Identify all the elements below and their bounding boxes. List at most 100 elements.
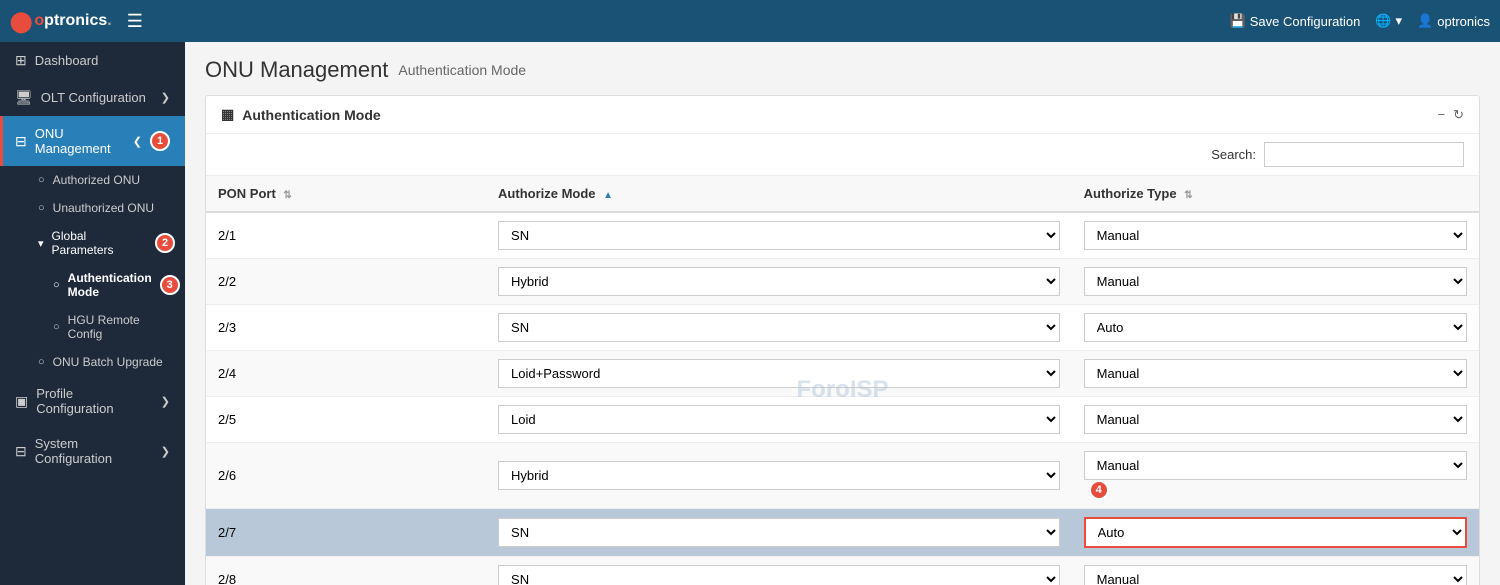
sidebar-item-onu-management[interactable]: ⊟ ONU Management ❮ 1: [0, 116, 185, 166]
save-icon: 💾: [1230, 13, 1246, 29]
authorize-type-select[interactable]: ManualAuto: [1084, 565, 1467, 585]
cell-authorize-mode: SNHybridLoid+PasswordLoid: [486, 397, 1072, 443]
auth-type-sort-icon: ⇅: [1184, 190, 1192, 201]
cell-authorize-mode: SNHybridLoid+PasswordLoid: [486, 557, 1072, 585]
authorize-type-select[interactable]: ManualAuto: [1084, 517, 1467, 548]
user-menu[interactable]: 👤 optronics: [1417, 13, 1490, 29]
sidebar-item-authorized-onu[interactable]: ○ Authorized ONU: [28, 166, 185, 194]
col-authorize-type[interactable]: Authorize Type ⇅: [1072, 176, 1479, 212]
table-row: 2/1 SNHybridLoid+PasswordLoid ManualAuto: [206, 212, 1479, 259]
table-header-row: PON Port ⇅ Authorize Mode ▲ Authorize Ty…: [206, 176, 1479, 212]
cell-authorize-mode: SNHybridLoid+PasswordLoid: [486, 259, 1072, 305]
batch-icon: ○: [38, 356, 45, 368]
chevron-down-icon: ▾: [38, 237, 44, 250]
badge-4: 4: [1089, 480, 1109, 500]
auth-mode-icon: ○: [53, 279, 60, 291]
authorize-mode-select[interactable]: SNHybridLoid+PasswordLoid: [498, 405, 1060, 434]
card-header: ▦ Authentication Mode − ↻: [206, 96, 1479, 134]
authorize-type-select[interactable]: ManualAuto: [1084, 267, 1467, 296]
authorize-mode-select[interactable]: SNHybridLoid+PasswordLoid: [498, 518, 1060, 547]
global-params-submenu: ○ Authentication Mode 3 ○ HGU Remote Con…: [28, 264, 185, 348]
table-row: 2/6SNHybridLoid+PasswordLoidManualAuto4: [206, 443, 1479, 509]
olt-icon: 🖥: [15, 89, 33, 106]
user-icon: 👤: [1417, 13, 1433, 29]
card-header-left: ▦ Authentication Mode: [221, 106, 381, 123]
cell-pon-port: 2/2: [206, 259, 486, 305]
cell-authorize-type: ManualAuto: [1072, 351, 1479, 397]
table-head: PON Port ⇅ Authorize Mode ▲ Authorize Ty…: [206, 176, 1479, 212]
table-icon: ▦: [221, 106, 234, 123]
authorize-type-select[interactable]: ManualAuto: [1084, 451, 1467, 480]
authorize-mode-select[interactable]: SNHybridLoid+PasswordLoid: [498, 221, 1060, 250]
table-row: 2/5 SNHybridLoid+PasswordLoid ManualAuto: [206, 397, 1479, 443]
sidebar-item-global-parameters[interactable]: ▾ Global Parameters 2: [28, 222, 185, 264]
cell-authorize-mode: SNHybridLoid+PasswordLoid: [486, 351, 1072, 397]
cell-authorize-type: ManualAuto: [1072, 259, 1479, 305]
refresh-icon[interactable]: ↻: [1453, 107, 1464, 123]
search-input[interactable]: [1264, 142, 1464, 167]
sidebar-item-unauthorized-onu[interactable]: ○ Unauthorized ONU: [28, 194, 185, 222]
page-header: ONU Management Authentication Mode: [205, 57, 1480, 83]
table-body: 2/1SNHybridLoid+PasswordLoidManualAuto2/…: [206, 212, 1479, 585]
sidebar: ⊞ Dashboard 🖥 OLT Configuration ❯ ⊟ ONU …: [0, 42, 185, 585]
hgu-icon: ○: [53, 321, 60, 333]
sidebar-item-dashboard[interactable]: ⊞ Dashboard: [0, 42, 185, 79]
cell-authorize-mode: SNHybridLoid+PasswordLoid: [486, 443, 1072, 509]
sidebar-item-olt-config[interactable]: 🖥 OLT Configuration ❯: [0, 79, 185, 116]
unauthorized-icon: ○: [38, 202, 45, 214]
system-icon: ⊟: [15, 443, 27, 460]
table-row: 2/8 SNHybridLoid+PasswordLoid ManualAuto: [206, 557, 1479, 585]
page-title: ONU Management: [205, 57, 388, 83]
sidebar-item-hgu-remote[interactable]: ○ HGU Remote Config: [43, 306, 185, 348]
authorized-icon: ○: [38, 174, 45, 186]
authorize-type-select[interactable]: ManualAuto: [1084, 221, 1467, 250]
logo: ⬤ optronics.: [10, 9, 112, 34]
sidebar-item-profile-config[interactable]: ▣ Profile Configuration ❯: [0, 376, 185, 426]
table-row: 2/3 SNHybridLoid+PasswordLoid ManualAuto: [206, 305, 1479, 351]
save-config-button[interactable]: 💾 Save Configuration: [1230, 13, 1361, 29]
authorize-type-select[interactable]: ManualAuto: [1084, 405, 1467, 434]
authorize-mode-select[interactable]: SNHybridLoid+PasswordLoid: [498, 313, 1060, 342]
globe-icon: 🌐: [1375, 13, 1391, 29]
hamburger-icon[interactable]: ☰: [127, 11, 143, 32]
logo-icon: ⬤: [10, 9, 32, 34]
sidebar-item-authentication-mode[interactable]: ○ Authentication Mode 3: [43, 264, 185, 306]
profile-arrow-icon: ❯: [161, 395, 170, 408]
authorize-type-select[interactable]: ManualAuto: [1084, 313, 1467, 342]
col-authorize-mode[interactable]: Authorize Mode ▲: [486, 176, 1072, 212]
olt-arrow-icon: ❯: [161, 91, 170, 104]
cell-authorize-type: ManualAuto4: [1072, 443, 1479, 509]
pon-sort-icon: ⇅: [283, 190, 291, 201]
cell-authorize-mode: SNHybridLoid+PasswordLoid: [486, 305, 1072, 351]
table-row: 2/2 SNHybridLoid+PasswordLoid ManualAuto: [206, 259, 1479, 305]
authorize-mode-select[interactable]: SNHybridLoid+PasswordLoid: [498, 359, 1060, 388]
cell-pon-port: 2/3: [206, 305, 486, 351]
cell-authorize-type: ManualAuto: [1072, 212, 1479, 259]
cell-pon-port: 2/5: [206, 397, 486, 443]
cell-pon-port: 2/1: [206, 212, 486, 259]
cell-pon-port: 2/8: [206, 557, 486, 585]
authorize-mode-select[interactable]: SNHybridLoid+PasswordLoid: [498, 565, 1060, 585]
logo-text: optronics.: [34, 12, 111, 30]
card-header-right: − ↻: [1438, 107, 1465, 123]
minimize-icon[interactable]: −: [1438, 107, 1446, 122]
sidebar-item-system-config[interactable]: ⊟ System Configuration ❯: [0, 426, 185, 476]
navbar-left: ⬤ optronics. ☰: [10, 9, 143, 34]
navbar: ⬤ optronics. ☰ 💾 Save Configuration 🌐 ▾ …: [0, 0, 1500, 42]
cell-pon-port: 2/7: [206, 509, 486, 557]
system-arrow-icon: ❯: [161, 445, 170, 458]
auth-mode-sort-icon: ▲: [603, 190, 613, 201]
cell-authorize-type: ManualAuto: [1072, 509, 1479, 557]
language-selector[interactable]: 🌐 ▾: [1375, 13, 1402, 29]
sidebar-item-onu-batch[interactable]: ○ ONU Batch Upgrade: [28, 348, 185, 376]
main-content: ONU Management Authentication Mode ▦ Aut…: [185, 42, 1500, 585]
dashboard-icon: ⊞: [15, 52, 27, 69]
breadcrumb: Authentication Mode: [398, 62, 526, 78]
authorize-type-select[interactable]: ManualAuto: [1084, 359, 1467, 388]
col-pon-port[interactable]: PON Port ⇅: [206, 176, 486, 212]
authorize-mode-select[interactable]: SNHybridLoid+PasswordLoid: [498, 267, 1060, 296]
onu-arrow-icon: ❮: [133, 135, 142, 148]
cell-authorize-type: ManualAuto: [1072, 305, 1479, 351]
layout: ⊞ Dashboard 🖥 OLT Configuration ❯ ⊟ ONU …: [0, 42, 1500, 585]
authorize-mode-select[interactable]: SNHybridLoid+PasswordLoid: [498, 461, 1060, 490]
